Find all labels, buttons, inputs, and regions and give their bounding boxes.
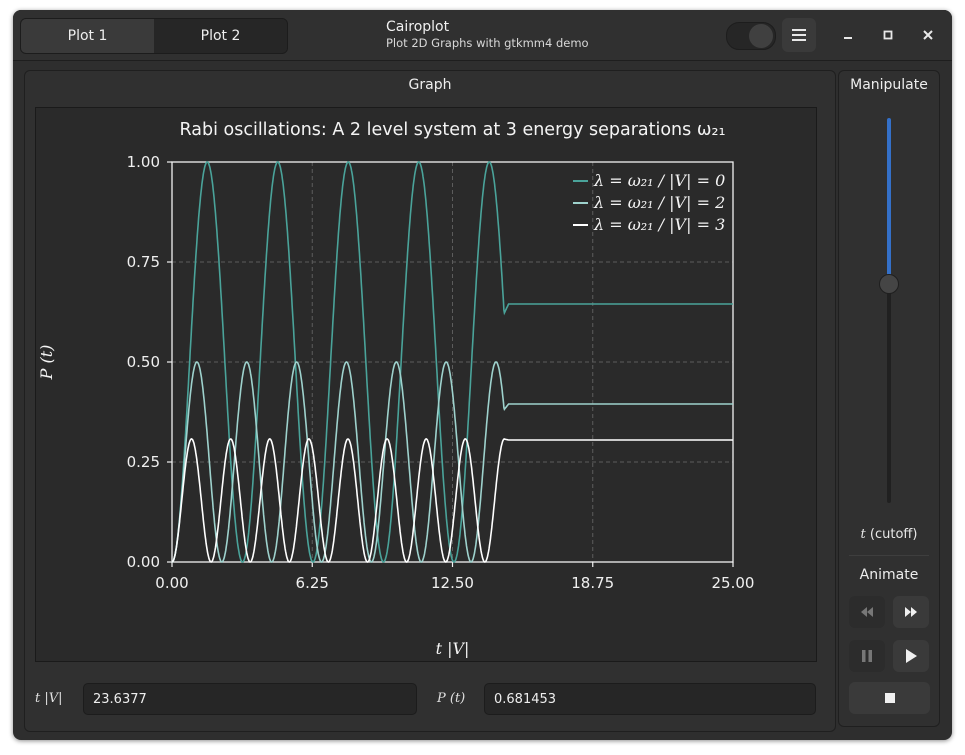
maximize-icon — [883, 30, 893, 40]
x-tick-label: 25.00 — [712, 574, 755, 592]
x-readout-label: t |V| — [35, 691, 63, 706]
y-axis-label: P (t) — [37, 345, 56, 381]
pause-button[interactable] — [849, 640, 885, 672]
y-tick-label: 1.00 — [127, 153, 160, 171]
graph-frame-title: Graph — [408, 77, 452, 93]
close-button[interactable] — [917, 24, 939, 46]
app-title: Cairoplot — [386, 19, 450, 35]
cutoff-slider-fill — [887, 118, 891, 284]
app-subtitle: Plot 2D Graphs with gtkmm4 demo — [386, 36, 589, 50]
window-title-box: Cairoplot Plot 2D Graphs with gtkmm4 dem… — [386, 19, 589, 51]
hamburger-icon — [792, 29, 806, 41]
x-tick-label: 6.25 — [296, 574, 329, 592]
theme-toggle-switch[interactable] — [726, 22, 776, 50]
cutoff-label-text: (cutoff) — [865, 527, 918, 542]
minimize-button[interactable] — [837, 24, 859, 46]
rewind-button[interactable] — [849, 596, 885, 628]
maximize-button[interactable] — [877, 24, 899, 46]
play-icon — [906, 649, 917, 663]
animate-label: Animate — [859, 567, 919, 583]
legend-entry: λ = ω₂₁ / |V| = 3 — [593, 215, 725, 234]
tab-plot-2[interactable]: Plot 2 — [154, 19, 287, 53]
chart-title: Rabi oscillations: A 2 level system at 3… — [179, 120, 725, 140]
y-tick-label: 0.25 — [127, 453, 160, 471]
rewind-icon — [861, 607, 873, 617]
cutoff-slider-handle[interactable] — [879, 274, 899, 294]
fast-forward-button[interactable] — [893, 596, 929, 628]
graph-frame: Graph 0.00 6.25 12.50 18.75 25.00 0.00 0.25 0.5… — [24, 70, 836, 732]
y-tick-label: 0.75 — [127, 253, 160, 271]
tab-plot-1[interactable]: Plot 1 — [21, 19, 154, 53]
plot-tab-switcher: Plot 1 Plot 2 — [20, 18, 288, 54]
x-readout-field[interactable]: 23.6377 — [83, 683, 417, 715]
main-menu-button[interactable] — [782, 18, 816, 52]
toggle-knob — [749, 24, 773, 48]
minimize-icon — [844, 37, 852, 39]
stop-button[interactable] — [849, 682, 930, 714]
y-readout-label: P (t) — [437, 691, 466, 706]
x-tick-label: 0.00 — [155, 574, 188, 592]
manipulate-title: Manipulate — [850, 77, 928, 93]
stop-icon — [884, 693, 895, 703]
plot-drawing-area[interactable]: 0.00 6.25 12.50 18.75 25.00 0.00 0.25 0.50 0.75 1… — [35, 107, 817, 662]
legend-entry: λ = ω₂₁ / |V| = 2 — [593, 193, 725, 212]
y-readout-field[interactable]: 0.681453 — [484, 683, 816, 715]
sidebar-separator — [849, 555, 929, 556]
cutoff-label: t (cutoff) — [839, 527, 939, 542]
pause-icon — [862, 650, 872, 662]
header-bar: Plot 1 Plot 2 Cairoplot Plot 2D Graphs w… — [13, 10, 952, 61]
y-tick-label: 0.00 — [127, 553, 160, 571]
play-button[interactable] — [893, 640, 929, 672]
manipulate-panel: Manipulate t (cutoff) Animate — [838, 70, 940, 727]
close-icon — [923, 30, 933, 40]
app-window: Plot 1 Plot 2 Cairoplot Plot 2D Graphs w… — [13, 10, 952, 740]
x-tick-label: 18.75 — [571, 574, 614, 592]
rabi-chart: 0.00 6.25 12.50 18.75 25.00 0.00 0.25 0.50 0.75 1… — [37, 120, 755, 658]
x-tick-label: 12.50 — [431, 574, 474, 592]
fast-forward-icon — [905, 607, 917, 617]
legend-entry: λ = ω₂₁ / |V| = 0 — [593, 171, 725, 190]
x-axis-label: t |V| — [436, 639, 470, 658]
y-tick-label: 0.50 — [127, 353, 160, 371]
